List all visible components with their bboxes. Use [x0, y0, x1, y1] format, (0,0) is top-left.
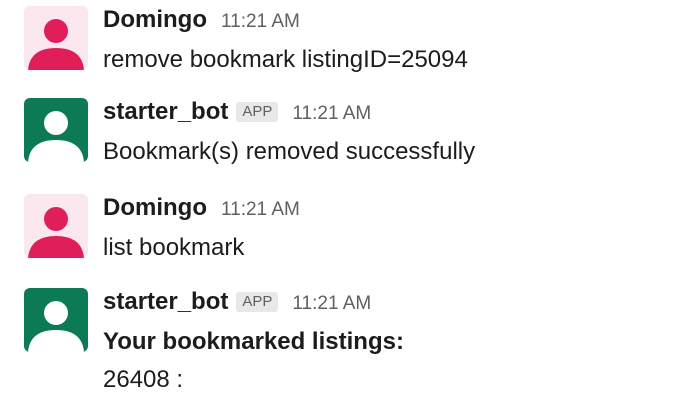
avatar[interactable] — [24, 194, 88, 258]
message-text-heading: Your bookmarked listings: — [103, 328, 404, 355]
user-avatar-icon — [24, 194, 88, 258]
message-feed: Domingo 11:21 AM remove bookmark listing… — [0, 0, 688, 402]
app-badge: APP — [236, 292, 279, 312]
message-text: remove bookmark listingID=25094 — [103, 46, 468, 73]
author-name[interactable]: starter_bot — [103, 98, 228, 126]
author-name[interactable]: Domingo — [103, 194, 207, 222]
message-header: Domingo 11:21 AM — [103, 194, 300, 224]
avatar[interactable] — [24, 6, 88, 70]
message-text: Bookmark(s) removed successfully — [103, 138, 476, 165]
message-header: starter_bot APP 11:21 AM — [103, 98, 371, 128]
app-badge: APP — [236, 102, 279, 122]
message-text: list bookmark — [103, 234, 245, 261]
timestamp[interactable]: 11:21 AM — [221, 11, 300, 33]
author-name[interactable]: Domingo — [103, 6, 207, 34]
user-avatar-icon — [24, 6, 88, 70]
bot-avatar-icon — [24, 288, 88, 352]
bot-avatar-icon — [24, 98, 88, 162]
timestamp[interactable]: 11:21 AM — [292, 293, 371, 315]
timestamp[interactable]: 11:21 AM — [221, 199, 300, 221]
message-header: Domingo 11:21 AM — [103, 6, 300, 36]
timestamp[interactable]: 11:21 AM — [292, 103, 371, 125]
message-header: starter_bot APP 11:21 AM — [103, 288, 371, 318]
message-text: 26408 : — [103, 366, 184, 393]
avatar[interactable] — [24, 98, 88, 162]
avatar[interactable] — [24, 288, 88, 352]
author-name[interactable]: starter_bot — [103, 288, 228, 316]
